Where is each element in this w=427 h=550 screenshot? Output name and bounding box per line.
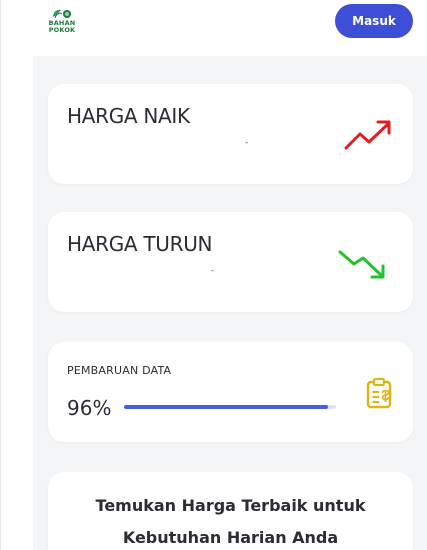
data-update-title: PEMBARUAN DATA [67, 364, 172, 377]
cta-line-1: Temukan Harga Terbaik untuk [95, 496, 366, 515]
trend-up-icon [344, 120, 391, 150]
app-screen: BAHAN POKOK Masuk HARGA NAIK - HARGA TUR… [0, 0, 427, 550]
clipboard-icon [366, 377, 392, 409]
cta-heading: Temukan Harga Terbaik untuk Kebutuhan Ha… [48, 490, 413, 550]
trend-down-icon [338, 250, 385, 279]
data-update-card: PEMBARUAN DATA 96% [48, 342, 413, 442]
price-down-value: - [211, 266, 215, 276]
logo-text: BAHAN POKOK [46, 20, 78, 34]
price-down-card[interactable]: HARGA TURUN - [48, 212, 413, 312]
cta-line-2: Kebutuhan Harian Anda [122, 528, 339, 547]
data-update-progress-fill [124, 405, 328, 409]
price-up-card[interactable]: HARGA NAIK - [48, 84, 413, 184]
data-update-progress [124, 405, 336, 409]
cta-card: Temukan Harga Terbaik untuk Kebutuhan Ha… [48, 472, 413, 550]
price-up-value: - [245, 138, 249, 148]
login-button[interactable]: Masuk [335, 4, 413, 38]
data-update-percent: 96% [67, 396, 112, 420]
logo-text-line2: POKOK [48, 26, 76, 34]
app-logo[interactable]: BAHAN POKOK [46, 8, 78, 38]
price-up-title: HARGA NAIK [67, 104, 190, 128]
price-down-title: HARGA TURUN [67, 232, 213, 256]
left-divider [0, 0, 1, 550]
